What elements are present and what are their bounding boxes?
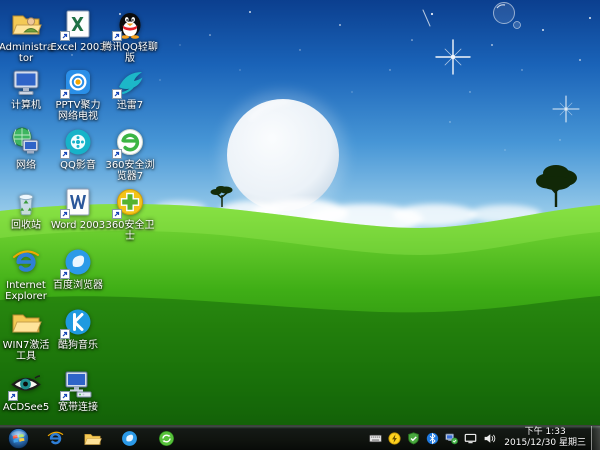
desktop-icon-label: 腾讯QQ轻聊版 (102, 42, 158, 64)
shortcut-arrow-icon (60, 209, 70, 219)
desktop-icon-recycle-bin[interactable]: 回收站 (0, 186, 54, 231)
accelerator-ball[interactable] (387, 431, 401, 445)
volume[interactable] (482, 431, 496, 445)
desktop-icon-word-2003[interactable]: Word 2003 (50, 186, 106, 231)
display-settings[interactable] (463, 431, 477, 445)
desktop-icon-network[interactable]: 网络 (0, 126, 54, 171)
taskbar-buttons (5, 427, 179, 450)
clock-time: 下午 1:33 (504, 427, 586, 438)
desktop-icon-win7-activator[interactable]: WIN7激活工具 (0, 306, 54, 362)
desktop-icon-broadband-connection[interactable]: 宽带连接 (50, 368, 106, 413)
win7-activator-icon (10, 306, 42, 338)
desktop-icon-label: Internet Explorer (0, 280, 54, 302)
shortcut-arrow-icon (60, 269, 70, 279)
acdsee5-icon (10, 368, 42, 400)
shortcut-arrow-icon (60, 391, 70, 401)
shortcut-arrow-icon (60, 329, 70, 339)
desktop-icon-qq-player[interactable]: QQ影音 (50, 126, 106, 171)
desktop: AdministratorExcel 2003腾讯QQ轻聊版计算机 PPTV聚力 … (0, 0, 600, 450)
desktop-icon-label: ACDSee5 (3, 402, 49, 413)
taskbar-windows-explorer[interactable] (79, 427, 105, 450)
security-shield[interactable] (406, 431, 420, 445)
shortcut-arrow-icon (60, 149, 70, 159)
computer-icon (10, 66, 42, 98)
taskbar-360-safe[interactable] (153, 427, 179, 450)
excel-2003-icon (62, 8, 94, 40)
desktop-icon-label: 360安全卫士 (102, 220, 158, 242)
desktop-icon-excel-2003[interactable]: Excel 2003 (50, 8, 106, 53)
desktop-icon-label: 迅雷7 (117, 100, 143, 111)
network-icon (10, 126, 42, 158)
taskbar-internet-explorer[interactable] (42, 427, 68, 450)
desktop-icon-pptv[interactable]: PPTV聚力 网络电视 (50, 66, 106, 122)
taskbar-baidu-browser[interactable] (116, 427, 142, 450)
desktop-icon-label: 网络 (16, 160, 36, 171)
desktop-icon-kugou-music[interactable]: 酷狗音乐 (50, 306, 106, 351)
desktop-icon-administrator[interactable]: Administrator (0, 8, 54, 64)
shortcut-arrow-icon (8, 391, 18, 401)
360-browser-icon (114, 126, 146, 158)
desktop-icon-label: Excel 2003 (50, 42, 105, 53)
desktop-icon-label: 回收站 (11, 220, 41, 231)
desktop-icon-label: PPTV聚力 网络电视 (50, 100, 106, 122)
internet-explorer-icon (10, 246, 42, 278)
system-tray (368, 431, 496, 445)
input-method-indicator[interactable] (368, 431, 382, 445)
shortcut-arrow-icon (112, 209, 122, 219)
broadband-connection-icon (62, 368, 94, 400)
desktop-icon-xunlei-7[interactable]: 迅雷7 (102, 66, 158, 111)
administrator-icon (10, 8, 42, 40)
desktop-icon-internet-explorer[interactable]: Internet Explorer (0, 246, 54, 302)
360-safe-icon (114, 186, 146, 218)
taskbar: 下午 1:33 2015/12/30 星期三 (0, 425, 600, 450)
word-2003-icon (62, 186, 94, 218)
shortcut-arrow-icon (112, 31, 122, 41)
taskbar-clock[interactable]: 下午 1:33 2015/12/30 星期三 (504, 427, 586, 449)
desktop-icon-label: Administrator (0, 42, 54, 64)
desktop-icon-360-browser[interactable]: 360安全浏览器7 (102, 126, 158, 182)
kugou-music-icon (62, 306, 94, 338)
desktop-icon-computer[interactable]: 计算机 (0, 66, 54, 111)
start-button[interactable] (5, 427, 31, 450)
bluetooth[interactable] (425, 431, 439, 445)
desktop-icon-acdsee5[interactable]: ACDSee5 (0, 368, 54, 413)
tencent-qq-light-icon (114, 8, 146, 40)
desktop-icon-label: 百度浏览器 (53, 280, 103, 291)
shortcut-arrow-icon (60, 89, 70, 99)
shortcut-arrow-icon (112, 89, 122, 99)
pptv-icon (62, 66, 94, 98)
desktop-icon-label: 360安全浏览器7 (102, 160, 158, 182)
desktop-icon-label: WIN7激活工具 (0, 340, 54, 362)
desktop-icon-grid: AdministratorExcel 2003腾讯QQ轻聊版计算机 PPTV聚力 … (0, 0, 600, 425)
shortcut-arrow-icon (60, 31, 70, 41)
xunlei-7-icon (114, 66, 146, 98)
desktop-icon-label: 计算机 (11, 100, 41, 111)
qq-player-icon (62, 126, 94, 158)
baidu-browser-icon (62, 246, 94, 278)
show-desktop-button[interactable] (591, 426, 600, 450)
desktop-icon-baidu-browser[interactable]: 百度浏览器 (50, 246, 106, 291)
network-status[interactable] (444, 431, 458, 445)
desktop-icon-label: 宽带连接 (58, 402, 98, 413)
desktop-icon-tencent-qq-light[interactable]: 腾讯QQ轻聊版 (102, 8, 158, 64)
desktop-icon-label: QQ影音 (60, 160, 96, 171)
shortcut-arrow-icon (112, 149, 122, 159)
recycle-bin-icon (10, 186, 42, 218)
desktop-icon-360-safe[interactable]: 360安全卫士 (102, 186, 158, 242)
desktop-icon-label: 酷狗音乐 (58, 340, 98, 351)
desktop-icon-label: Word 2003 (51, 220, 105, 231)
clock-date: 2015/12/30 星期三 (504, 438, 586, 449)
